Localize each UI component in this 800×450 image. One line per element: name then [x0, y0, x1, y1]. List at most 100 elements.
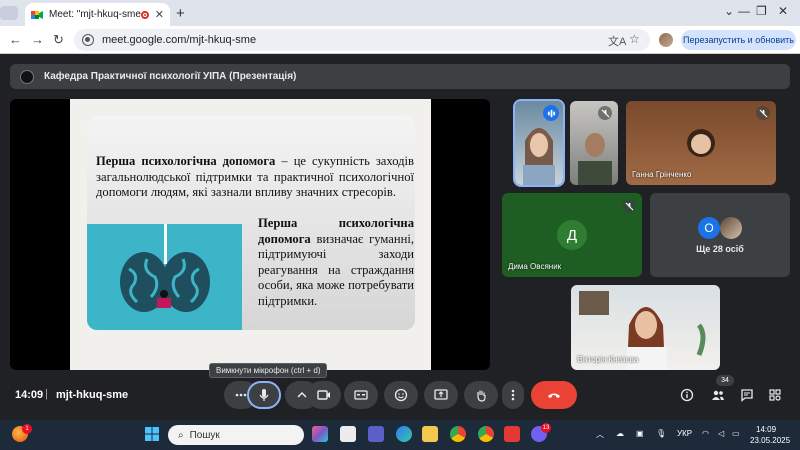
- participant-name: Вікторія Князєва: [577, 355, 639, 364]
- hang-up-icon: [548, 393, 560, 398]
- mic-off-icon: [622, 199, 636, 213]
- speaking-indicator-icon: [543, 105, 559, 121]
- more-options-button[interactable]: [502, 381, 524, 409]
- slide-content: Перша психологічна допомога – це сукупні…: [87, 116, 415, 330]
- tray-chevron-up-icon[interactable]: ︿: [596, 429, 604, 440]
- forward-icon[interactable]: →: [31, 32, 44, 47]
- tray-mic-icon[interactable]: 🎙: [656, 429, 666, 438]
- participant-tile-speaking[interactable]: [513, 99, 565, 187]
- minimize-icon[interactable]: —: [738, 4, 750, 18]
- onedrive-icon[interactable]: ☁: [616, 429, 624, 438]
- battery-icon[interactable]: ▭: [732, 429, 740, 438]
- new-tab-button[interactable]: +: [176, 5, 185, 22]
- chrome-profile-icon[interactable]: [478, 426, 494, 442]
- profile-avatar[interactable]: [659, 33, 673, 47]
- participant-tile-dyma[interactable]: Д Дима Овсяник: [502, 193, 642, 277]
- emoji-icon: [394, 388, 408, 402]
- close-tab-icon[interactable]: ✕: [155, 8, 164, 21]
- meet-favicon-icon: [31, 10, 43, 20]
- copilot-icon[interactable]: [312, 426, 328, 442]
- leave-call-button[interactable]: [531, 381, 577, 409]
- weather-badge: 1: [22, 424, 32, 434]
- captions-button[interactable]: [344, 381, 378, 409]
- slide-paragraph-1: Перша психологічна допомога – це сукупні…: [96, 154, 414, 199]
- hand-icon: [477, 390, 486, 402]
- bookmark-star-icon[interactable]: ☆: [629, 32, 640, 46]
- volume-icon[interactable]: ◁: [718, 429, 724, 438]
- slide: Перша психологічна допомога – це сукупні…: [70, 99, 431, 370]
- chat-icon[interactable]: [740, 388, 754, 407]
- participant-tile-viktoria[interactable]: Вікторія Князєва: [571, 285, 720, 370]
- microphone-icon: [259, 389, 269, 401]
- slide-paragraph-2: Перша психологічна допомога визначає гум…: [258, 216, 414, 308]
- camera-icon: [317, 390, 330, 400]
- taskbar: 1 ⌕ Пошук 13 ︿ ☁ ▣ 🎙 УКР ◠ ◁ ▭ 14:09 23.…: [0, 420, 800, 450]
- pdf-reader-icon[interactable]: [504, 426, 520, 442]
- recording-indicator-icon: [140, 10, 149, 19]
- file-explorer-icon[interactable]: [422, 426, 438, 442]
- tab-search-button[interactable]: [0, 6, 18, 20]
- meet-tray-icon[interactable]: ▣: [636, 429, 644, 438]
- taskbar-date[interactable]: 23.05.2025: [750, 436, 790, 445]
- more-participants-label: Ще 28 осіб: [696, 244, 744, 254]
- search-icon: ⌕: [178, 429, 184, 441]
- presenter-avatar: [20, 69, 34, 84]
- snipping-tool-icon[interactable]: [340, 426, 356, 442]
- url-field[interactable]: meet.google.com/mjt-hkuq-sme: [74, 29, 650, 51]
- tab-meet[interactable]: Meet: "mjt-hkuq-sme" ✕: [25, 3, 170, 26]
- mic-toggle-button[interactable]: [247, 381, 281, 409]
- reload-icon[interactable]: ↻: [53, 32, 64, 48]
- start-icon[interactable]: [144, 426, 160, 442]
- camera-toggle-button[interactable]: [307, 381, 341, 409]
- raise-hand-button[interactable]: [464, 381, 498, 409]
- mic-off-icon: [756, 106, 770, 120]
- more-participants-tile[interactable]: О Ще 28 осіб: [650, 193, 790, 277]
- presenter-label: Кафедра Практичної психології УІПА (През…: [44, 71, 297, 82]
- url-text: meet.google.com/mjt-hkuq-sme: [102, 34, 257, 46]
- search-placeholder: Пошук: [189, 429, 220, 441]
- language-indicator[interactable]: УКР: [677, 429, 692, 438]
- taskbar-clock[interactable]: 14:09: [756, 425, 776, 434]
- site-info-icon[interactable]: [82, 34, 94, 46]
- tab-title: Meet: "mjt-hkuq-sme": [49, 9, 141, 20]
- participant-name: Ганна Грінченко: [632, 170, 692, 179]
- relaunch-update-button[interactable]: Перезапустить и обновить: [681, 30, 796, 50]
- edge-icon[interactable]: [396, 426, 412, 442]
- more-dots-icon: [235, 393, 247, 397]
- participant-name: Дима Овсяник: [508, 262, 562, 271]
- back-icon[interactable]: ←: [9, 32, 22, 47]
- meeting-info-icon[interactable]: [680, 388, 694, 407]
- taskbar-search-input[interactable]: ⌕ Пошук: [168, 425, 304, 445]
- close-window-icon[interactable]: ✕: [778, 4, 788, 18]
- more-vert-icon: [511, 389, 515, 401]
- restore-icon[interactable]: ❐: [756, 4, 767, 18]
- mic-tooltip: Вимкнути мікрофон (ctrl + d): [209, 363, 328, 378]
- tab-strip: Meet: "mjt-hkuq-sme" ✕ + ⌄ — ❐ ✕: [0, 0, 800, 26]
- present-icon: [434, 389, 448, 400]
- participant-tile-man[interactable]: [570, 101, 618, 185]
- participant-tile-hanna[interactable]: Ганна Грінченко: [626, 101, 776, 185]
- tab-list-chevron-icon[interactable]: ⌄: [724, 4, 734, 18]
- translate-icon[interactable]: 文A: [608, 33, 626, 49]
- separator: |: [45, 388, 48, 400]
- presentation-stage[interactable]: Перша психологічна допомога – це сукупні…: [10, 99, 490, 370]
- captions-icon: [354, 390, 368, 400]
- activities-icon[interactable]: [768, 388, 782, 407]
- meeting-code: mjt-hkuq-sme: [56, 389, 129, 401]
- brain-illustration: [87, 224, 242, 330]
- avatar: О: [698, 217, 720, 239]
- wifi-icon[interactable]: ◠: [702, 429, 709, 438]
- viber-badge: 13: [541, 423, 551, 433]
- meet-area: Кафедра Практичної психології УІПА (През…: [0, 55, 800, 420]
- participants-count-badge: 34: [716, 375, 734, 386]
- reactions-button[interactable]: [384, 381, 418, 409]
- chrome-icon[interactable]: [450, 426, 466, 442]
- address-bar: ← → ↻ meet.google.com/mjt-hkuq-sme: [0, 26, 800, 54]
- avatar: Д: [557, 220, 587, 250]
- mic-off-icon: [598, 106, 612, 120]
- teams-icon[interactable]: [368, 426, 384, 442]
- people-icon[interactable]: [711, 388, 725, 407]
- presentation-bar: Кафедра Практичної психології УІПА (През…: [10, 64, 790, 89]
- present-now-button[interactable]: [424, 381, 458, 409]
- avatar: [720, 217, 742, 239]
